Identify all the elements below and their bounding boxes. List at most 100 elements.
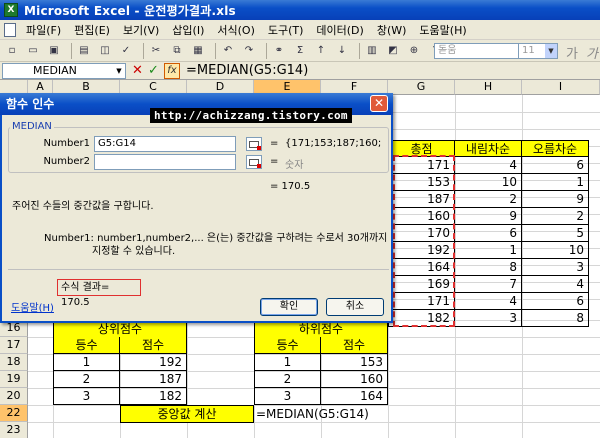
number1-result: {171;153;187;160; [285,138,382,149]
font-size-select[interactable]: 11 ▼ [518,43,558,59]
number1-input[interactable]: G5:G14 [94,136,236,152]
table-cell[interactable]: 1 [254,354,321,371]
table-cell[interactable]: 187 [120,371,187,388]
table-cell[interactable]: 164 [321,388,388,405]
row-header[interactable]: 19 [0,371,28,388]
table-cell[interactable]: 6 [455,225,522,242]
menu-data[interactable]: 데이터(D) [316,22,363,38]
table-cell[interactable]: 8 [522,310,589,327]
table-cell[interactable]: 3 [522,259,589,276]
cancel-button[interactable]: 취소 [326,298,384,316]
table-cell[interactable]: 2 [254,371,321,388]
document-icon[interactable] [4,22,16,37]
top-header-score[interactable]: 점수 [120,337,187,354]
formula-input[interactable]: =MEDIAN(G5:G14) [186,63,308,78]
selection-range-marquee [393,155,455,327]
bottom-header-rank[interactable]: 등수 [254,337,321,354]
row-header[interactable]: 17 [0,337,28,354]
table-cell[interactable]: 1 [455,242,522,259]
spelling-icon[interactable]: ✓ [118,43,134,59]
paste-icon[interactable]: ▦ [190,43,206,59]
top-header-rank[interactable]: 등수 [53,337,120,354]
table-cell[interactable]: 8 [455,259,522,276]
table-cell[interactable]: 2 [455,191,522,208]
column-header-h[interactable]: H [455,80,522,95]
table-cell[interactable]: 1 [53,354,120,371]
cancel-formula-icon[interactable]: ✕ [132,63,143,78]
italic-button[interactable]: 가 [586,43,598,62]
ok-button[interactable]: 확인 [260,298,318,316]
table-cell[interactable]: 10 [522,242,589,259]
table-cell[interactable]: 3 [254,388,321,405]
menu-window[interactable]: 창(W) [377,22,407,38]
table-cell[interactable]: 6 [522,293,589,310]
median-label-cell[interactable]: 중앙값 계산 [120,405,254,423]
table-cell[interactable]: 1 [522,174,589,191]
close-icon[interactable]: ✕ [370,95,388,112]
row-header[interactable]: 18 [0,354,28,371]
zoom-icon[interactable]: ⊕ [406,43,422,59]
name-box[interactable]: MEDIAN ▼ [2,63,126,79]
menu-view[interactable]: 보기(V) [123,22,159,38]
undo-icon[interactable]: ↶ [220,43,236,59]
menu-edit[interactable]: 편집(E) [74,22,110,38]
table-cell[interactable]: 4 [522,276,589,293]
row-header[interactable]: 20 [0,388,28,405]
column-header-g[interactable]: G [388,80,455,95]
open-folder-icon[interactable]: ▭ [25,43,41,59]
bottom-header-score[interactable]: 점수 [321,337,388,354]
collapse-dialog-button[interactable] [246,137,262,151]
drawing-icon[interactable]: ◩ [385,43,401,59]
table-cell[interactable]: 4 [455,293,522,310]
insert-function-button[interactable]: fx [164,63,180,79]
row-header-selected[interactable]: 22 [0,405,28,422]
table-cell[interactable]: 9 [522,191,589,208]
table-cell[interactable]: 160 [321,371,388,388]
help-link[interactable]: 도움말(H) [11,299,54,314]
menu-format[interactable]: 서식(O) [217,22,254,38]
table-cell[interactable]: 7 [455,276,522,293]
table-cell[interactable]: 3 [53,388,120,405]
print-preview-icon[interactable]: ◫ [97,43,113,59]
menu-file[interactable]: 파일(F) [26,22,61,38]
copy-icon[interactable]: ⧉ [169,43,185,59]
chevron-down-icon[interactable]: ▼ [545,44,557,58]
print-icon[interactable]: ▤ [76,43,92,59]
header-ascending-rank[interactable]: 오름차순 [522,140,589,157]
header-descending-rank[interactable]: 내림차순 [455,140,522,157]
table-cell[interactable]: 10 [455,174,522,191]
row-header[interactable]: 23 [0,422,28,438]
column-header-i[interactable]: I [522,80,600,95]
table-cell[interactable]: 6 [522,157,589,174]
formula-result: 수식 결과= 170.5 [57,279,141,308]
table-cell[interactable]: 2 [53,371,120,388]
save-icon[interactable]: ▣ [46,43,62,59]
window-title: Microsoft Excel - 운전평가결과.xls [24,3,236,18]
menu-tools[interactable]: 도구(T) [268,22,304,38]
table-cell[interactable]: 2 [522,208,589,225]
table-cell[interactable]: 3 [455,310,522,327]
redo-icon[interactable]: ↷ [241,43,257,59]
table-cell[interactable]: 9 [455,208,522,225]
table-cell[interactable]: 5 [522,225,589,242]
hyperlink-icon[interactable]: ⚭ [271,43,287,59]
autosum-icon[interactable]: Σ [292,43,308,59]
enter-formula-icon[interactable]: ✓ [148,63,159,78]
active-cell-formula[interactable]: =MEDIAN(G5:G14) [256,406,369,422]
sort-ascending-icon[interactable]: ↑ [313,43,329,59]
cut-icon[interactable]: ✂ [148,43,164,59]
table-cell[interactable]: 192 [120,354,187,371]
table-cell[interactable]: 182 [120,388,187,405]
sort-descending-icon[interactable]: ↓ [334,43,350,59]
menu-insert[interactable]: 삽입(I) [172,22,204,38]
table-cell[interactable]: 153 [321,354,388,371]
collapse-dialog-button[interactable] [246,155,262,169]
function-description: 주어진 수들의 중간값을 구합니다. [12,201,154,212]
chevron-down-icon[interactable]: ▼ [113,64,125,78]
menu-help[interactable]: 도움말(H) [419,22,466,38]
number2-input[interactable] [94,154,236,170]
table-cell[interactable]: 4 [455,157,522,174]
bold-button[interactable]: 가 [566,43,578,62]
new-file-icon[interactable]: ▫ [4,43,20,59]
chart-wizard-icon[interactable]: ▥ [364,43,380,59]
